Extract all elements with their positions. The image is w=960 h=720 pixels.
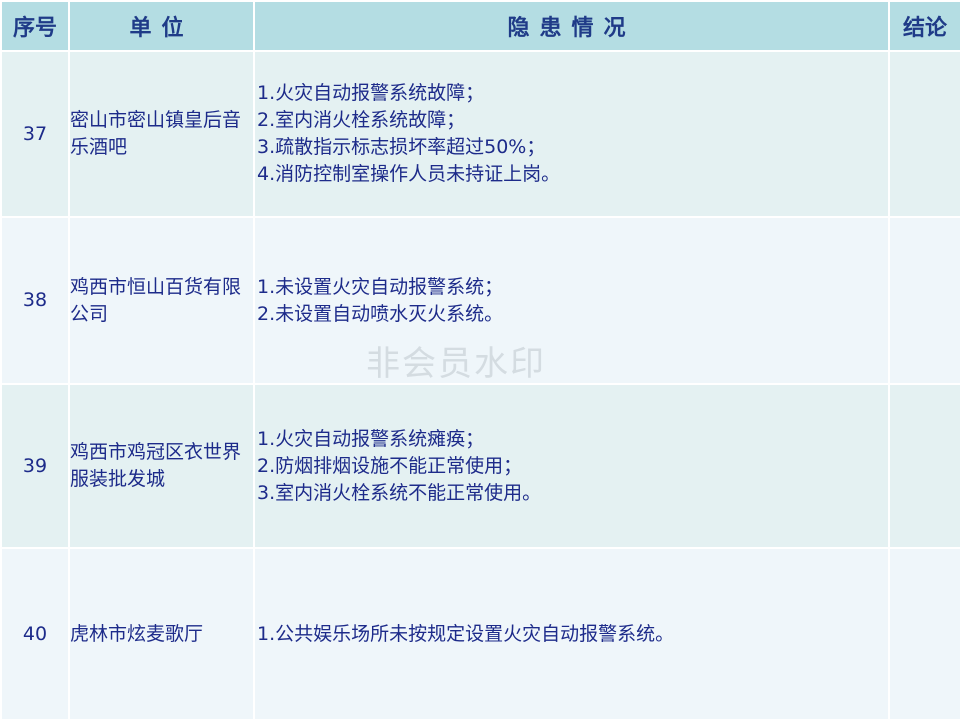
issue-list: 1.未设置火灾自动报警系统； 2.未设置自动喷水灭火系统。 (253, 216, 890, 385)
column-header-no: 序号 (0, 0, 70, 52)
row-number: 37 (0, 50, 70, 218)
issue-item: 2.未设置自动喷水灭火系统。 (257, 302, 504, 325)
column-header-unit: 单位 (68, 0, 255, 52)
hazard-table-container: 序号 单位 隐患情况 结论 37 密山市密山镇皇后音乐酒吧 1.火灾自动报警系统… (0, 0, 960, 720)
row-number: 38 (0, 216, 70, 385)
unit-name: 鸡西市恒山百货有限公司 (68, 216, 255, 385)
hazard-table: 序号 单位 隐患情况 结论 37 密山市密山镇皇后音乐酒吧 1.火灾自动报警系统… (0, 0, 960, 720)
table-row: 39 鸡西市鸡冠区衣世界服装批发城 1.火灾自动报警系统瘫痪； 2.防烟排烟设施… (0, 383, 960, 549)
table-row: 37 密山市密山镇皇后音乐酒吧 1.火灾自动报警系统故障； 2.室内消火栓系统故… (0, 50, 960, 218)
issue-item: 2.防烟排烟设施不能正常使用； (257, 454, 523, 477)
result-cell (888, 50, 960, 218)
issue-item: 4.消防控制室操作人员未持证上岗。 (257, 163, 561, 185)
issue-item: 3.疏散指示标志损坏率超过50%； (257, 136, 546, 158)
column-header-result: 结论 (888, 0, 960, 52)
issue-list: 1.公共娱乐场所未按规定设置火灾自动报警系统。 (253, 547, 890, 720)
table-row: 38 鸡西市恒山百货有限公司 1.未设置火灾自动报警系统； 2.未设置自动喷水灭… (0, 216, 960, 385)
table-row: 40 虎林市炫麦歌厅 1.公共娱乐场所未按规定设置火灾自动报警系统。 (0, 547, 960, 720)
issue-item: 1.火灾自动报警系统故障； (257, 82, 485, 104)
issue-item: 3.室内消火栓系统不能正常使用。 (257, 481, 542, 504)
row-number: 39 (0, 383, 70, 549)
unit-name: 密山市密山镇皇后音乐酒吧 (68, 50, 255, 218)
unit-name: 虎林市炫麦歌厅 (68, 547, 255, 720)
unit-name: 鸡西市鸡冠区衣世界服装批发城 (68, 383, 255, 549)
result-cell (888, 383, 960, 549)
row-number: 40 (0, 547, 70, 720)
issue-item: 1.未设置火灾自动报警系统； (257, 275, 504, 298)
issue-item: 1.公共娱乐场所未按规定设置火灾自动报警系统。 (257, 622, 675, 645)
issue-item: 1.火灾自动报警系统瘫痪； (257, 427, 485, 450)
result-cell (888, 216, 960, 385)
issue-list: 1.火灾自动报警系统故障； 2.室内消火栓系统故障； 3.疏散指示标志损坏率超过… (253, 50, 890, 218)
result-cell (888, 547, 960, 720)
table-header-row: 序号 单位 隐患情况 结论 (0, 0, 960, 52)
issue-item: 2.室内消火栓系统故障； (257, 109, 466, 131)
issue-list: 1.火灾自动报警系统瘫痪； 2.防烟排烟设施不能正常使用； 3.室内消火栓系统不… (253, 383, 890, 549)
column-header-issue: 隐患情况 (253, 0, 890, 52)
